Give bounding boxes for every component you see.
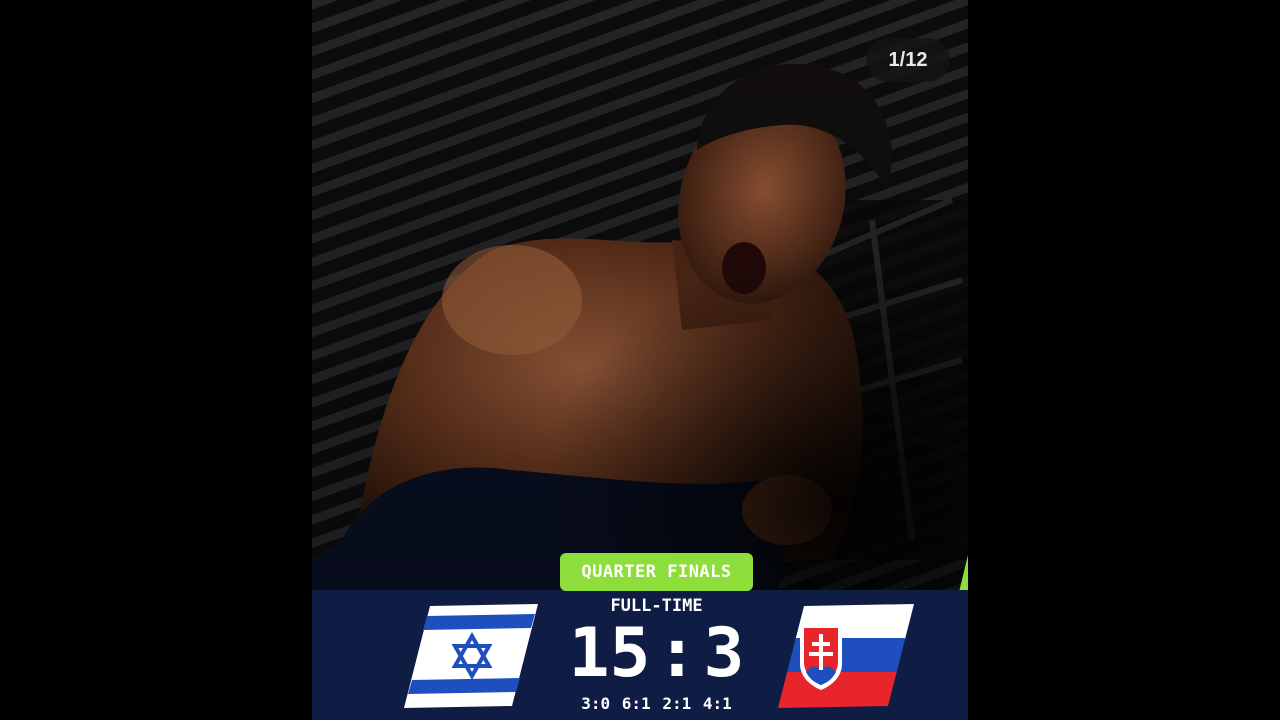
slide-counter: 1/12 [866,38,950,82]
home-score: 15 [568,614,651,693]
away-score: 3 [703,614,745,693]
score-separator: : [656,614,698,693]
round-badge: QUARTER FINALS [560,553,753,591]
slovakia-flag-icon [778,604,914,708]
israel-flag-icon [404,604,538,708]
photo-frame: 1/12 QUARTER FINALS FULL-TIME 15:3 3:0 6… [312,0,968,720]
final-score: 15:3 [560,612,753,696]
quarter-scores: 3:0 6:1 2:1 4:1 [581,694,732,713]
